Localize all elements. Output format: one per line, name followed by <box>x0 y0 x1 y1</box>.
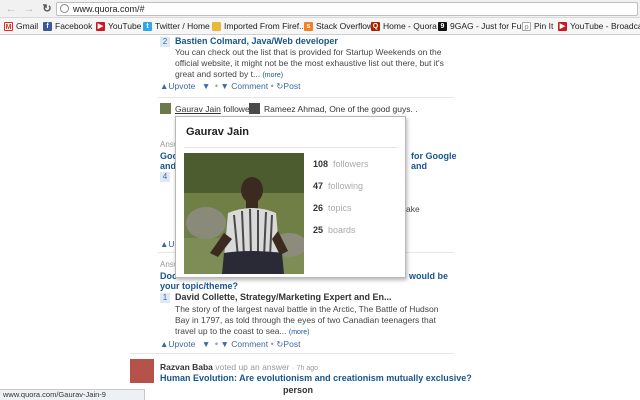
partial-question[interactable]: and <box>411 161 427 171</box>
bookmark-gmail[interactable]: M Gmail <box>4 20 38 33</box>
rameez-avatar <box>249 103 260 114</box>
partial-body: ake <box>406 204 420 214</box>
partial-question[interactable]: for Google <box>411 151 457 161</box>
user-hover-card: Gaurav Jain 108 followers 47 following 26 t… <box>175 116 406 278</box>
vote-count-badge: 4 <box>160 172 170 182</box>
topics-stat[interactable]: 26 topics <box>313 203 352 213</box>
comment-button[interactable]: ▼ Comment <box>220 339 268 349</box>
question-link[interactable]: your topic/theme? <box>160 281 238 291</box>
bookmark-twitter[interactable]: t Twitter / Home <box>143 20 210 33</box>
downvote-icon[interactable]: ▼ <box>202 81 210 91</box>
downvote-icon[interactable]: ▼ <box>202 339 210 349</box>
post-button[interactable]: ↻Post <box>276 339 300 349</box>
youtube-icon: ▶ <box>96 22 105 31</box>
answer-author[interactable]: Bastien Colmard, Java/Web developer <box>175 36 338 46</box>
address-url: www.quora.com/# <box>73 4 145 14</box>
answer-body-line: official website, it might not be the mo… <box>175 58 444 68</box>
quora-icon: Q <box>371 22 380 31</box>
gaurav-avatar <box>160 103 171 114</box>
youtube-icon: ▶ <box>558 22 567 31</box>
bookmark-youtube[interactable]: ▶ YouTube <box>96 20 141 33</box>
partial-question[interactable]: and <box>160 161 176 171</box>
answer-author[interactable]: David Collette, Strategy/Marketing Exper… <box>175 292 392 302</box>
actor-link[interactable]: Gaurav Jain <box>175 104 221 114</box>
actor-link[interactable]: Razvan Baba <box>160 362 213 372</box>
profile-photo[interactable] <box>184 153 304 274</box>
question-link[interactable]: Human Evolution: Are evolutionism and cr… <box>160 373 472 383</box>
browser-toolbar: ← → ↻ www.quora.com/# <box>0 0 640 18</box>
gmail-icon: M <box>4 22 13 31</box>
answer-body-line: travel up to the coast to sea... (more) <box>175 326 310 336</box>
answer-body-line: The story of the largest naval battle in… <box>175 304 439 314</box>
more-link[interactable]: (more) <box>262 72 283 79</box>
9gag-icon: 9 <box>438 22 447 31</box>
facebook-icon: f <box>43 22 52 31</box>
twitter-icon: t <box>143 22 152 31</box>
hover-card-divider <box>184 147 397 148</box>
feed-divider <box>130 353 454 354</box>
feed-divider <box>158 97 454 98</box>
reload-icon[interactable]: ↻ <box>40 2 54 16</box>
answer-actions: ▲Upvote ▼ • ▼ Comment • ↻Post <box>160 339 301 349</box>
boards-stat[interactable]: 25 boards <box>313 225 356 235</box>
answer-author[interactable]: person <box>283 385 313 395</box>
bookmark-stackoverflow[interactable]: s Stack Overflow <box>304 20 373 33</box>
followers-stat[interactable]: 108 followers <box>313 159 369 169</box>
more-link[interactable]: (more) <box>289 329 310 336</box>
razvan-avatar <box>130 359 154 383</box>
answer-body-line: You can check out the list that is provi… <box>175 47 442 57</box>
followed-user-link[interactable]: Rameez Ahmad, One of the good guys. . <box>264 104 418 114</box>
bookmark-youtube-broadcast[interactable]: ▶ YouTube - Broadcas... <box>558 20 640 33</box>
globe-icon <box>60 4 69 13</box>
forward-arrow-icon[interactable]: → <box>22 2 36 16</box>
bookmark-pin-it[interactable]: p Pin It <box>522 20 553 33</box>
answer-body-line: great and sorted by t... (more) <box>175 69 284 79</box>
profile-photo-image <box>184 153 304 274</box>
comment-button[interactable]: ▼ Comment <box>220 81 268 91</box>
bookmark-imported-folder[interactable]: Imported From Firef... <box>212 20 306 33</box>
upvote-button[interactable]: ▲Upvote <box>160 339 195 349</box>
bookmarks-bar: M Gmail f Facebook ▶ YouTube t Twitter /… <box>0 18 640 35</box>
stackoverflow-icon: s <box>304 22 313 31</box>
back-arrow-icon[interactable]: ← <box>4 2 18 16</box>
address-bar[interactable]: www.quora.com/# <box>56 2 638 16</box>
vote-count-badge: 2 <box>160 37 170 47</box>
bookmark-9gag[interactable]: 9 9GAG - Just for Fun! <box>438 20 528 33</box>
post-button[interactable]: ↻Post <box>276 81 300 91</box>
bookmark-quora[interactable]: Q Home - Quora <box>371 20 437 33</box>
status-bar-url: www.quora.com/Gaurav-Jain-9 <box>0 389 145 400</box>
bookmark-facebook[interactable]: f Facebook <box>43 20 92 33</box>
upvote-button[interactable]: ▲Upvote <box>160 81 195 91</box>
following-stat[interactable]: 47 following <box>313 181 363 191</box>
timestamp: 7h ago <box>296 365 319 372</box>
pin-icon: p <box>522 22 531 31</box>
hover-card-name[interactable]: Gaurav Jain <box>186 126 249 138</box>
vote-count-badge: 1 <box>160 293 170 303</box>
answer-body-line: Bay in 1797, as told through the eyes of… <box>175 315 436 325</box>
question-link[interactable]: would be <box>409 271 448 281</box>
folder-icon <box>212 22 221 31</box>
answer-actions: ▲Upvote ▼ • ▼ Comment • ↻Post <box>160 81 301 91</box>
